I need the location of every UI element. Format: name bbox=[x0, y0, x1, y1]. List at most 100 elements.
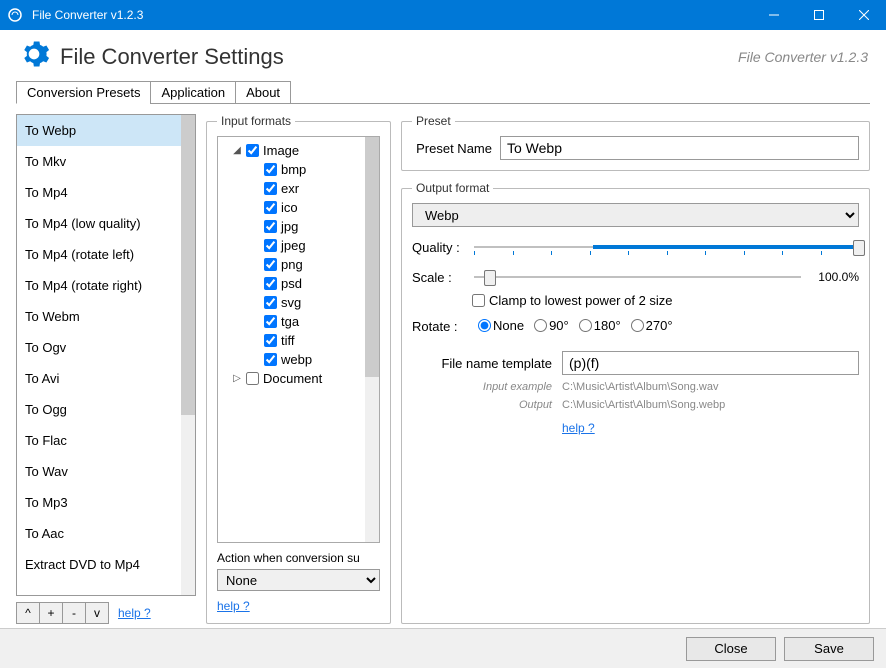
scale-value: 100.0% bbox=[809, 270, 859, 284]
output-example-label: Output bbox=[412, 399, 552, 411]
rotate-label: Rotate : bbox=[412, 319, 466, 334]
tree-group[interactable]: ◢ Image bbox=[222, 141, 375, 160]
close-button[interactable] bbox=[841, 0, 886, 30]
item-checkbox[interactable] bbox=[264, 353, 277, 366]
tab-conversion-presets[interactable]: Conversion Presets bbox=[16, 81, 151, 104]
preset-item[interactable]: To Webm bbox=[17, 301, 181, 332]
tree-item-label: svg bbox=[281, 295, 301, 310]
footer: Close Save bbox=[0, 628, 886, 668]
preset-item[interactable]: To Mkv bbox=[17, 146, 181, 177]
preset-item[interactable]: To Ogv bbox=[17, 332, 181, 363]
tree-item-label: jpeg bbox=[281, 238, 306, 253]
item-checkbox[interactable] bbox=[264, 315, 277, 328]
preset-list-help-link[interactable]: help ? bbox=[118, 606, 151, 620]
tree-scrollbar[interactable] bbox=[365, 137, 379, 542]
item-checkbox[interactable] bbox=[264, 277, 277, 290]
tree-item[interactable]: psd bbox=[222, 274, 375, 293]
preset-list[interactable]: To WebpTo MkvTo Mp4To Mp4 (low quality)T… bbox=[16, 114, 196, 596]
rotate-radio[interactable] bbox=[579, 319, 592, 332]
tree-item[interactable]: svg bbox=[222, 293, 375, 312]
preset-item[interactable]: To Mp4 (rotate right) bbox=[17, 270, 181, 301]
input-formats-tree[interactable]: ◢ Image bmp exr ico jpg jpeg png psd svg… bbox=[217, 136, 380, 543]
remove-preset-button[interactable]: - bbox=[62, 602, 86, 624]
tree-item[interactable]: tiff bbox=[222, 331, 375, 350]
preset-item[interactable]: To Avi bbox=[17, 363, 181, 394]
tree-item[interactable]: ico bbox=[222, 198, 375, 217]
output-format-group: Output format Webp Quality : Sc bbox=[401, 181, 870, 624]
rotate-option[interactable]: None bbox=[478, 318, 524, 333]
preset-item[interactable]: Extract DVD to Mp4 bbox=[17, 549, 181, 580]
rotate-radio[interactable] bbox=[478, 319, 491, 332]
action-select[interactable]: None bbox=[217, 569, 380, 591]
tree-item[interactable]: webp bbox=[222, 350, 375, 369]
template-label: File name template bbox=[412, 356, 552, 371]
maximize-button[interactable] bbox=[796, 0, 841, 30]
item-checkbox[interactable] bbox=[264, 201, 277, 214]
template-input[interactable] bbox=[562, 351, 859, 375]
preset-item[interactable]: To Mp4 (rotate left) bbox=[17, 239, 181, 270]
tree-group-label: Document bbox=[263, 371, 322, 386]
close-dialog-button[interactable]: Close bbox=[686, 637, 776, 661]
chevron-down-icon[interactable]: ◢ bbox=[232, 145, 242, 156]
preset-legend: Preset bbox=[412, 114, 455, 128]
preset-item[interactable]: To Wav bbox=[17, 456, 181, 487]
tree-item[interactable]: tga bbox=[222, 312, 375, 331]
item-checkbox[interactable] bbox=[264, 296, 277, 309]
group-checkbox[interactable] bbox=[246, 144, 259, 157]
input-formats-group: Input formats ◢ Image bmp exr ico jpg jp… bbox=[206, 114, 391, 624]
preset-item[interactable]: To Mp4 (low quality) bbox=[17, 208, 181, 239]
preset-item[interactable]: To Mp4 bbox=[17, 177, 181, 208]
tree-item[interactable]: jpg bbox=[222, 217, 375, 236]
tree-item[interactable]: bmp bbox=[222, 160, 375, 179]
tab-about[interactable]: About bbox=[235, 81, 291, 104]
preset-name-input[interactable] bbox=[500, 136, 859, 160]
preset-item[interactable]: To Ogg bbox=[17, 394, 181, 425]
rotate-option[interactable]: 180° bbox=[579, 318, 621, 333]
tab-bar: Conversion PresetsApplicationAbout bbox=[0, 81, 886, 104]
tree-item-label: jpg bbox=[281, 219, 298, 234]
action-label: Action when conversion su bbox=[217, 551, 380, 565]
rotate-radio[interactable] bbox=[534, 319, 547, 332]
scale-slider[interactable] bbox=[474, 267, 801, 287]
rotate-radio[interactable] bbox=[631, 319, 644, 332]
output-help-link[interactable]: help ? bbox=[562, 421, 595, 435]
input-example-label: Input example bbox=[412, 381, 552, 393]
item-checkbox[interactable] bbox=[264, 239, 277, 252]
input-help-link[interactable]: help ? bbox=[217, 599, 380, 613]
move-down-button[interactable]: v bbox=[85, 602, 109, 624]
chevron-right-icon[interactable]: ▷ bbox=[232, 373, 242, 384]
add-preset-button[interactable]: + bbox=[39, 602, 63, 624]
minimize-button[interactable] bbox=[751, 0, 796, 30]
tree-item[interactable]: exr bbox=[222, 179, 375, 198]
move-up-button[interactable]: ^ bbox=[16, 602, 40, 624]
item-checkbox[interactable] bbox=[264, 182, 277, 195]
preset-name-label: Preset Name bbox=[412, 141, 492, 156]
rotate-option[interactable]: 270° bbox=[631, 318, 673, 333]
tab-application[interactable]: Application bbox=[150, 81, 236, 104]
rotate-option[interactable]: 90° bbox=[534, 318, 569, 333]
tree-item-label: tiff bbox=[281, 333, 295, 348]
preset-list-scrollbar[interactable] bbox=[181, 115, 195, 595]
item-checkbox[interactable] bbox=[264, 220, 277, 233]
clamp-label: Clamp to lowest power of 2 size bbox=[489, 293, 673, 308]
tree-item-label: tga bbox=[281, 314, 299, 329]
page-title: File Converter Settings bbox=[60, 44, 284, 70]
save-button[interactable]: Save bbox=[784, 637, 874, 661]
preset-item[interactable]: To Webp bbox=[17, 115, 181, 146]
quality-slider[interactable] bbox=[474, 237, 859, 257]
preset-item[interactable]: To Flac bbox=[17, 425, 181, 456]
output-format-select[interactable]: Webp bbox=[412, 203, 859, 227]
item-checkbox[interactable] bbox=[264, 258, 277, 271]
tree-group[interactable]: ▷ Document bbox=[222, 369, 375, 388]
tree-item[interactable]: jpeg bbox=[222, 236, 375, 255]
preset-item[interactable]: To Mp3 bbox=[17, 487, 181, 518]
version-label: File Converter v1.2.3 bbox=[738, 49, 868, 65]
preset-item[interactable]: To Aac bbox=[17, 518, 181, 549]
clamp-checkbox[interactable] bbox=[472, 294, 485, 307]
item-checkbox[interactable] bbox=[264, 334, 277, 347]
titlebar: File Converter v1.2.3 bbox=[0, 0, 886, 30]
tree-item[interactable]: png bbox=[222, 255, 375, 274]
item-checkbox[interactable] bbox=[264, 163, 277, 176]
group-checkbox[interactable] bbox=[246, 372, 259, 385]
tree-item-label: png bbox=[281, 257, 303, 272]
